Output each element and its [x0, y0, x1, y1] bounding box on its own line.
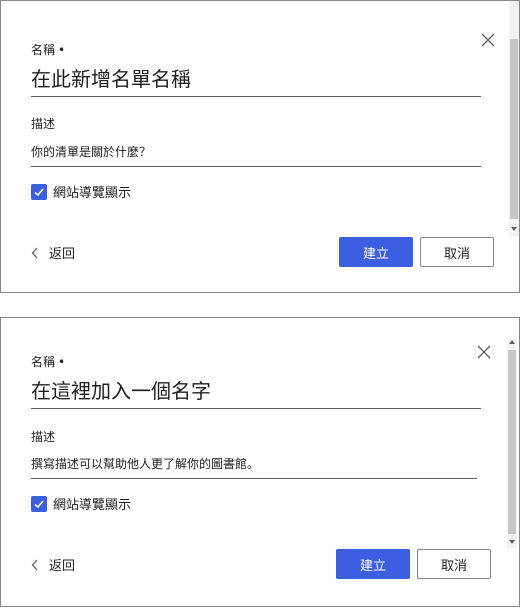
show-in-nav-row[interactable]: 網站導覽顯示: [31, 182, 131, 201]
scroll-down-arrow-icon[interactable]: [507, 538, 517, 546]
close-icon[interactable]: [477, 345, 491, 359]
show-in-nav-row[interactable]: 網站導覽顯示: [31, 494, 131, 513]
scrollbar-thumb[interactable]: [508, 350, 516, 534]
create-button[interactable]: 建立: [339, 237, 413, 267]
chevron-left-icon: [31, 247, 38, 258]
checkmark-icon: [34, 187, 44, 196]
cancel-button[interactable]: 取消: [420, 237, 494, 267]
scrollbar-thumb[interactable]: [510, 39, 518, 219]
show-in-nav-label: 網站導覽顯示: [53, 498, 132, 513]
back-label: 返回: [49, 559, 76, 574]
scrollbar[interactable]: [507, 338, 517, 548]
create-button[interactable]: 建立: [336, 549, 410, 579]
description-input[interactable]: 撰寫描述可以幫助他人更了解你的圖書館。: [31, 455, 477, 479]
description-label: 描述: [31, 117, 56, 131]
back-label: 返回: [49, 247, 76, 262]
show-in-nav-label: 網站導覽顯示: [53, 186, 132, 201]
scrollbar[interactable]: [509, 1, 519, 237]
required-marker: •: [58, 43, 66, 57]
checkmark-icon: [34, 499, 44, 508]
back-link[interactable]: 返回: [31, 243, 75, 262]
scroll-up-arrow-icon[interactable]: [507, 338, 517, 346]
required-marker: •: [58, 355, 66, 369]
cancel-button[interactable]: 取消: [417, 549, 491, 579]
description-label: 描述: [31, 430, 56, 444]
create-list-dialog-2: 名稱 • 在這裡加入一個名字 描述 撰寫描述可以幫助他人更了解你的圖書館。 網站導…: [0, 317, 520, 607]
name-label: 名稱 •: [31, 355, 66, 369]
name-label: 名稱 •: [31, 43, 66, 57]
chevron-left-icon: [31, 559, 38, 570]
show-in-nav-checkbox[interactable]: [31, 495, 47, 512]
name-input[interactable]: 在此新增名單名稱: [31, 63, 481, 97]
name-input[interactable]: 在這裡加入一個名字: [31, 375, 481, 409]
description-input[interactable]: 你的清單是關於什麼？: [31, 143, 481, 167]
show-in-nav-checkbox[interactable]: [31, 183, 47, 200]
close-icon[interactable]: [481, 33, 495, 47]
scroll-down-arrow-icon[interactable]: [509, 225, 519, 233]
create-list-dialog-1: 名稱 • 在此新增名單名稱 描述 你的清單是關於什麼？ 網站導覽顯示 返回 建立 …: [0, 0, 520, 293]
back-link[interactable]: 返回: [31, 555, 75, 574]
separator: [0, 293, 520, 317]
